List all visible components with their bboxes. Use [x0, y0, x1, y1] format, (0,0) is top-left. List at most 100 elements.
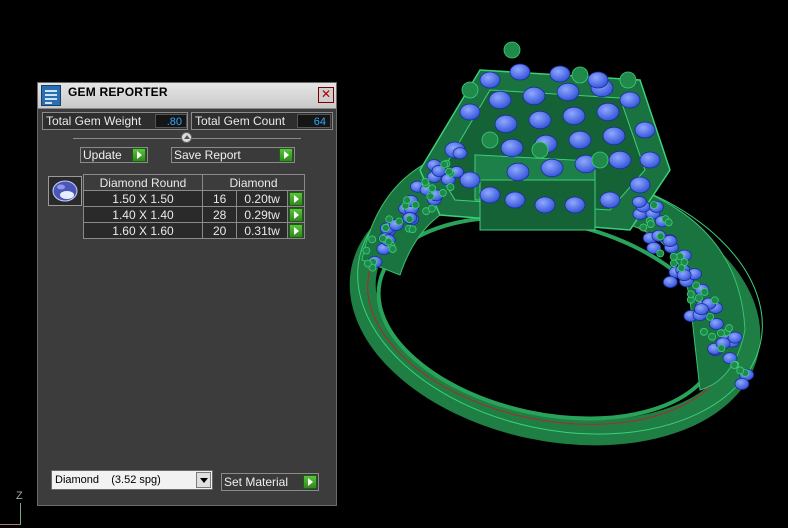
- total-gem-count-value: 64: [297, 114, 331, 128]
- prong: [421, 177, 430, 186]
- update-label: Update: [83, 148, 122, 162]
- prong: [426, 192, 435, 201]
- prong: [411, 200, 420, 209]
- play-icon[interactable]: [288, 223, 303, 238]
- prong: [676, 252, 684, 261]
- gem-count: 20: [201, 222, 238, 239]
- set-material-button[interactable]: Set Material: [221, 473, 319, 491]
- slider-knob[interactable]: [181, 132, 192, 143]
- col-header-shape: Diamond Round: [83, 174, 203, 191]
- material-select[interactable]: Diamond (3.52 spg): [51, 470, 213, 490]
- prong: [571, 66, 589, 84]
- gem-stone: [534, 196, 556, 214]
- update-button[interactable]: Update: [80, 147, 148, 163]
- play-icon[interactable]: [132, 148, 146, 162]
- gem-stone: [599, 191, 621, 209]
- save-report-label: Save Report: [174, 148, 241, 162]
- prong: [446, 183, 455, 191]
- report-icon: [41, 85, 61, 106]
- prong: [700, 327, 708, 336]
- row-action[interactable]: [286, 222, 306, 239]
- prong: [656, 249, 665, 258]
- round-diamond-icon: [52, 180, 78, 202]
- chevron-down-icon[interactable]: [196, 472, 211, 488]
- gem-stone: [587, 71, 609, 89]
- gem-count: 28: [201, 206, 238, 223]
- gem-stone: [634, 121, 656, 139]
- prong: [677, 264, 686, 272]
- gem-stone: [629, 176, 651, 194]
- prong: [725, 324, 733, 332]
- total-gem-count-label: Total Gem Count: [195, 114, 286, 128]
- total-gem-weight-box: Total Gem Weight .80: [42, 112, 188, 130]
- prong: [650, 201, 658, 209]
- prong: [656, 232, 665, 241]
- gem-stone: [639, 151, 661, 169]
- gem-stone: [479, 71, 501, 89]
- play-icon[interactable]: [303, 475, 317, 489]
- close-icon[interactable]: ✕: [318, 87, 334, 103]
- report-area: [40, 235, 330, 463]
- prong: [405, 215, 414, 224]
- gem-stone: [564, 196, 586, 214]
- material-select-value: Diamond (3.52 spg): [55, 474, 161, 486]
- table-row[interactable]: 1.50 X 1.50 16 0.20tw: [83, 190, 306, 207]
- prong: [428, 184, 437, 193]
- gem-stone: [500, 138, 524, 158]
- panel-titlebar[interactable]: GEM REPORTER ✕: [38, 83, 336, 109]
- gem-stone: [452, 147, 468, 160]
- prong: [395, 217, 404, 226]
- prong: [708, 332, 716, 341]
- prong: [717, 329, 725, 338]
- prong: [384, 237, 393, 246]
- gem-stone: [662, 275, 678, 288]
- gem-stone: [619, 91, 641, 109]
- play-icon[interactable]: [279, 148, 293, 162]
- gem-weight: 0.31tw: [236, 222, 288, 239]
- gem-stone: [504, 191, 526, 209]
- save-report-button[interactable]: Save Report: [171, 147, 295, 163]
- gem-stone: [556, 82, 580, 102]
- prong: [706, 312, 715, 321]
- panel-title: GEM REPORTER: [68, 85, 168, 99]
- prong: [700, 288, 709, 296]
- prong: [438, 189, 447, 197]
- axis-z-line: [20, 503, 21, 525]
- gem-stone: [568, 130, 592, 150]
- axis-x-line: [0, 524, 20, 525]
- table-row[interactable]: 1.40 X 1.40 28 0.29tw: [83, 206, 306, 223]
- play-icon[interactable]: [288, 207, 303, 222]
- prong: [619, 71, 637, 89]
- prong: [669, 252, 678, 261]
- gem-stone: [549, 65, 571, 83]
- table-header-row: Diamond Round Diamond: [83, 174, 305, 191]
- prong: [381, 224, 390, 232]
- axis-z-label: Z: [16, 490, 23, 502]
- gem-shape-thumbnail[interactable]: [48, 176, 82, 206]
- row-action[interactable]: [286, 190, 306, 207]
- col-header-material: Diamond: [202, 174, 305, 191]
- prong: [692, 281, 700, 290]
- prong: [717, 344, 726, 353]
- gem-count: 16: [201, 190, 238, 207]
- gem-stone: [608, 150, 632, 170]
- gem-stone: [506, 162, 530, 182]
- prong: [736, 366, 745, 375]
- prong: [440, 160, 449, 169]
- total-gem-weight-value: .80: [155, 114, 187, 128]
- prong: [694, 294, 703, 302]
- prong: [591, 151, 609, 169]
- prong: [664, 218, 673, 227]
- prong: [388, 245, 397, 253]
- gem-stone: [528, 110, 552, 130]
- row-action[interactable]: [286, 206, 306, 223]
- total-gem-count-box: Total Gem Count 64: [191, 112, 333, 130]
- gem-stone: [562, 106, 586, 126]
- table-row[interactable]: 1.60 X 1.60 20 0.31tw: [83, 222, 306, 239]
- gem-weight: 0.20tw: [236, 190, 288, 207]
- prong: [385, 215, 394, 224]
- gem-stone: [662, 234, 678, 247]
- gem-table: Diamond Round Diamond 1.50 X 1.50 16 0.2…: [83, 174, 306, 239]
- gem-stone: [694, 303, 709, 316]
- play-icon[interactable]: [288, 191, 303, 206]
